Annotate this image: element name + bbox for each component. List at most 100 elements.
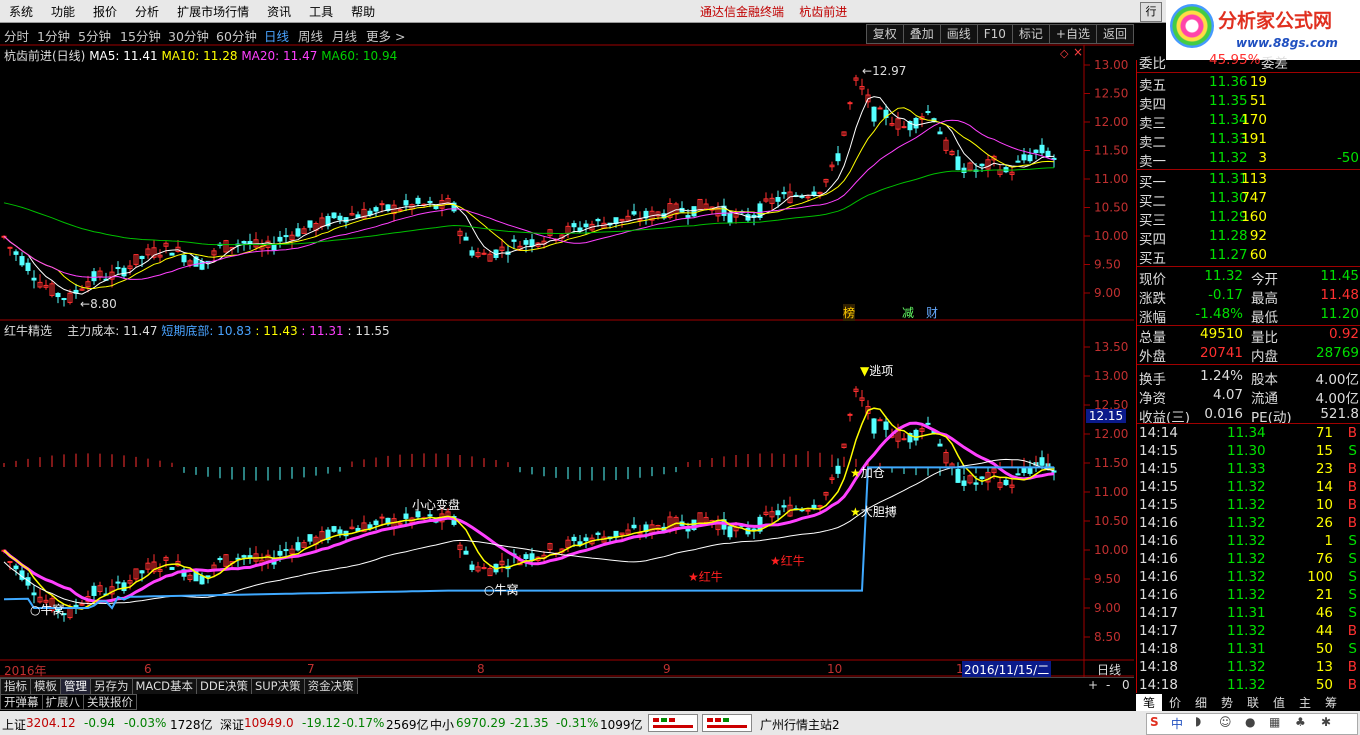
zoom-out-button[interactable]: - <box>1106 678 1110 692</box>
back-button[interactable]: 返回 <box>1095 24 1134 44</box>
period-30min[interactable]: 30分钟 <box>168 26 209 45</box>
sh-index-value[interactable]: 3204.12 <box>26 716 76 730</box>
ime-punct-icon[interactable]: ◗ <box>1195 714 1201 728</box>
candle-body <box>895 430 901 442</box>
tab-ext8[interactable]: 扩展八 <box>41 694 84 710</box>
server-name[interactable]: 广州行情主站2 <box>760 716 840 733</box>
period-more[interactable]: 更多 > <box>366 26 405 45</box>
tab-template[interactable]: 模板 <box>30 678 61 695</box>
f10-button[interactable]: F10 <box>976 24 1013 44</box>
mark-button[interactable]: 标记 <box>1011 24 1050 44</box>
ime-emoji-icon[interactable]: ☺ <box>1219 715 1232 729</box>
marker-bang[interactable]: 榜 <box>843 304 856 321</box>
stat-value-1: 4.07 <box>1212 387 1243 403</box>
x-label-jul: 7 <box>307 662 315 676</box>
candle-body <box>871 106 877 122</box>
ime-voice-icon[interactable]: ● <box>1245 715 1255 729</box>
candle-body <box>823 178 829 183</box>
sme-index-value[interactable]: 6970.29 <box>456 716 506 730</box>
candle-body <box>529 553 535 561</box>
menu-quote[interactable]: 报价 <box>84 0 126 20</box>
diamond-icon[interactable]: ◇ <box>1060 47 1068 60</box>
candle-body <box>1009 171 1015 175</box>
quote-tab-1[interactable]: 价 <box>1162 694 1188 711</box>
quote-mode-button[interactable]: 行 <box>1140 2 1162 22</box>
candle-body <box>67 607 73 619</box>
candle-body <box>955 156 961 171</box>
period-daily[interactable]: 日线 <box>264 26 289 45</box>
main-y-tick: 10.50 <box>1094 201 1128 215</box>
ime-keyboard-icon[interactable]: ▦ <box>1269 715 1280 729</box>
quote-tab-0[interactable]: 笔 <box>1136 694 1162 711</box>
tab-manage[interactable]: 管理 <box>60 678 91 695</box>
candle-body <box>289 548 295 555</box>
candle-body <box>619 532 625 536</box>
zoom-in-button[interactable]: + <box>1088 678 1098 692</box>
tab-sup[interactable]: SUP决策 <box>250 678 305 695</box>
ime-skin-icon[interactable]: ♣ <box>1295 715 1306 729</box>
menu-tools[interactable]: 工具 <box>300 0 342 20</box>
tab-save-as[interactable]: 另存为 <box>90 678 133 695</box>
overlay-button[interactable]: 叠加 <box>902 24 941 44</box>
tab-indicator[interactable]: 指标 <box>0 678 31 695</box>
tab-dde[interactable]: DDE决策 <box>195 678 252 695</box>
tick-time: 14:16 <box>1139 569 1178 585</box>
tab-danmaku[interactable]: 开弹幕 <box>0 694 43 710</box>
period-60min[interactable]: 60分钟 <box>216 26 257 45</box>
candle-body <box>469 250 475 256</box>
candle-body <box>1015 473 1021 476</box>
tick-row: 14:16 11.32 100 S <box>1137 569 1360 588</box>
menu-analysis[interactable]: 分析 <box>126 0 168 20</box>
tick-price: 11.32 <box>1227 497 1266 513</box>
period-1min[interactable]: 1分钟 <box>37 26 70 45</box>
bid-volume: 747 <box>1241 190 1267 206</box>
draw-line-button[interactable]: 画线 <box>939 24 978 44</box>
tick-price: 11.31 <box>1227 641 1266 657</box>
quote-tab-2[interactable]: 细 <box>1188 694 1214 711</box>
quote-tab-4[interactable]: 联 <box>1240 694 1266 711</box>
menu-function[interactable]: 功能 <box>42 0 84 20</box>
ime-toolbar[interactable]: S 中 ◗ ☺ ● ▦ ♣ ✱ <box>1146 713 1358 735</box>
quote-tab-5[interactable]: 值 <box>1266 694 1292 711</box>
tab-related-quote[interactable]: 关联报价 <box>83 694 137 710</box>
ime-chinese-icon[interactable]: 中 <box>1171 715 1183 732</box>
candle-body <box>217 243 223 246</box>
candle-body <box>301 228 307 234</box>
menu-system[interactable]: 系统 <box>0 0 42 20</box>
tab-macd[interactable]: MACD基本 <box>131 678 197 695</box>
ask-row: 卖四 11.35 51 <box>1137 93 1360 113</box>
quote-tab-3[interactable]: 势 <box>1214 694 1240 711</box>
tick-time: 14:18 <box>1139 641 1178 657</box>
menu-news[interactable]: 资讯 <box>258 0 300 20</box>
add-watchlist-button[interactable]: +自选 <box>1048 24 1097 44</box>
zoom-reset-button[interactable]: 0 <box>1122 678 1130 692</box>
candle-body <box>373 520 379 526</box>
bid-price: 11.28 <box>1209 228 1248 244</box>
sz-index-value[interactable]: 10949.0 <box>244 716 294 730</box>
ime-tools-icon[interactable]: ✱ <box>1321 715 1331 729</box>
sme-index-label: 中小 <box>430 718 455 732</box>
period-15min[interactable]: 15分钟 <box>120 26 161 45</box>
restore-rights-button[interactable]: 复权 <box>865 24 904 44</box>
tick-time: 14:16 <box>1139 551 1178 567</box>
candle-body <box>19 256 25 266</box>
tick-time: 14:14 <box>1139 425 1178 441</box>
menu-help[interactable]: 帮助 <box>342 0 384 20</box>
close-panel-icon[interactable]: × <box>1073 45 1083 59</box>
tick-row: 14:17 11.31 46 S <box>1137 605 1360 624</box>
bid-price: 11.27 <box>1209 247 1248 263</box>
period-monthly[interactable]: 月线 <box>332 26 357 45</box>
candle-body <box>727 212 733 224</box>
marker-cai[interactable]: 财 <box>926 304 938 321</box>
menu-ext-market[interactable]: 扩展市场行情 <box>168 0 258 20</box>
marker-jian[interactable]: 减 <box>902 304 914 321</box>
period-weekly[interactable]: 周线 <box>298 26 323 45</box>
period-5min[interactable]: 5分钟 <box>78 26 111 45</box>
candle-body <box>487 253 493 262</box>
quote-tab-7[interactable]: 筹 <box>1318 694 1344 711</box>
sogou-icon[interactable]: S <box>1150 715 1159 729</box>
quote-tab-6[interactable]: 主 <box>1292 694 1318 711</box>
tab-fund[interactable]: 资金决策 <box>303 678 358 695</box>
period-fenshi[interactable]: 分时 <box>4 26 29 45</box>
candle-body <box>763 198 769 202</box>
